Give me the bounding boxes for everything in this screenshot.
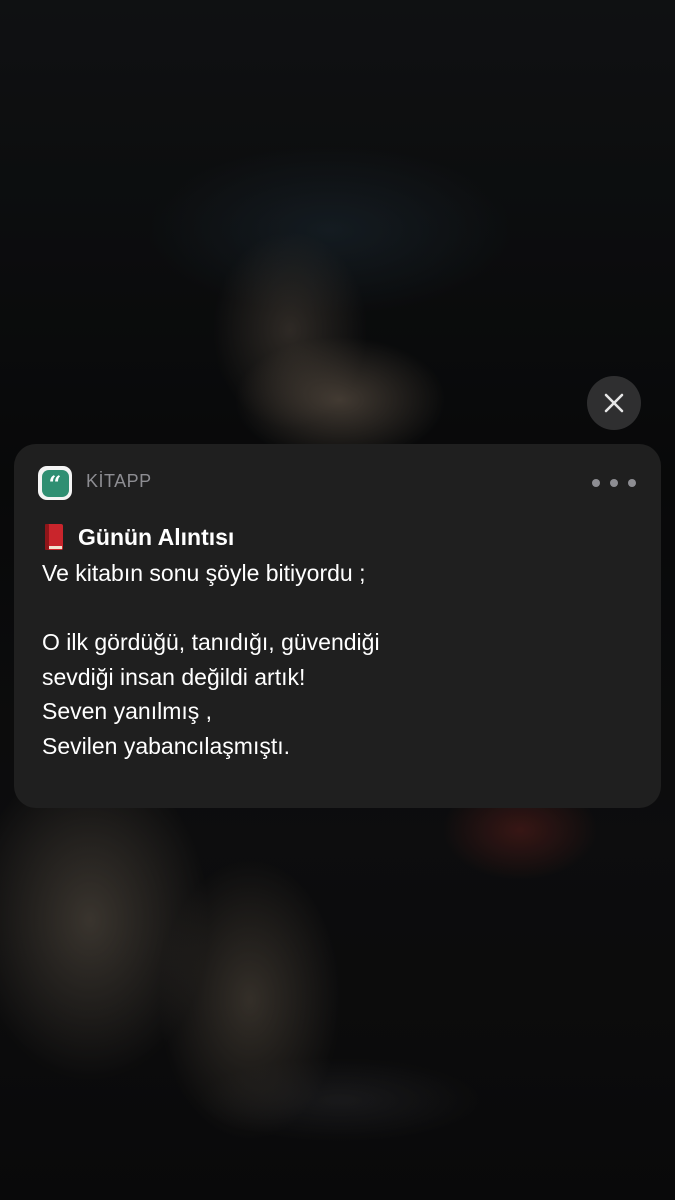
body-line [42, 591, 642, 626]
body-line: Ve kitabın sonu şöyle bitiyordu ; [42, 560, 366, 586]
more-options-button[interactable] [592, 474, 636, 492]
body-line: Sevilen yabancılaşmıştı. [42, 732, 291, 759]
close-notification-button[interactable] [587, 376, 641, 430]
body-line: O ilk gördüğü, tanıdığı, güvendiği [42, 629, 380, 655]
app-icon: “ [38, 466, 72, 500]
more-icon [592, 479, 600, 487]
notification-title-row: Günün Alıntısı [44, 520, 234, 554]
notification-card[interactable]: “ KİTAPP Günün Alıntısı Ve kitabın sonu … [14, 444, 661, 808]
body-line: sevdiği insan değildi artık! [42, 663, 306, 690]
notification-body: Ve kitabın sonu şöyle bitiyordu ; O ilk … [42, 556, 642, 763]
quote-icon: “ [41, 469, 69, 498]
app-name: KİTAPP [86, 471, 152, 491]
closed-book-icon [44, 523, 64, 551]
body-line: Seven yanılmış , [42, 698, 213, 724]
lock-screen: “ KİTAPP Günün Alıntısı Ve kitabın sonu … [0, 0, 675, 1200]
notification-title: Günün Alıntısı [78, 523, 235, 550]
close-icon [604, 393, 624, 413]
